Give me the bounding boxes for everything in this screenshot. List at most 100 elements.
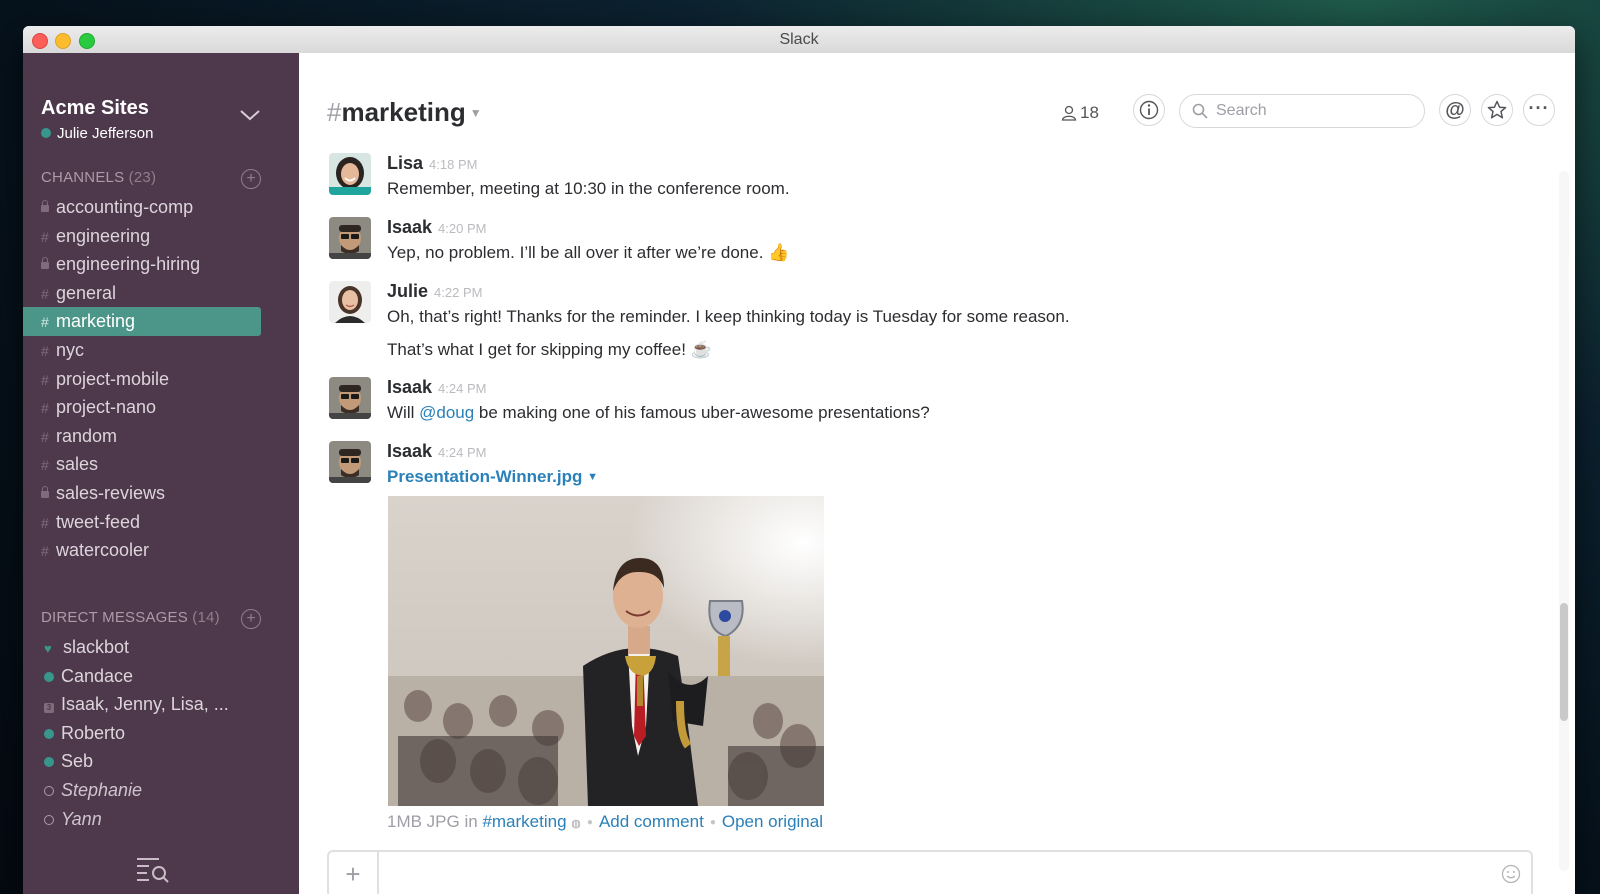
file-menu-caret-icon[interactable]: ▼ <box>587 471 598 483</box>
title-bar: Slack <box>23 26 1575 54</box>
message-timestamp[interactable]: 4:24 PM <box>438 381 486 396</box>
quick-switcher-search-icon[interactable] <box>135 854 171 884</box>
lock-icon <box>41 480 56 509</box>
sidebar-dm-candace[interactable]: Candace <box>23 662 261 691</box>
member-count-button[interactable]: 18 <box>1061 103 1099 123</box>
sidebar-dm-slackbot[interactable]: ♥ slackbot <box>23 633 261 662</box>
author-name: Isaak <box>387 441 433 461</box>
add-direct-message-button[interactable]: + <box>241 609 261 629</box>
at-sign-icon: @ <box>1445 99 1465 121</box>
message-author[interactable]: Isaak 4:20 PM <box>387 217 486 238</box>
channels-header[interactable]: CHANNELS (23) <box>41 169 156 186</box>
channel-menu-caret-icon[interactable]: ▼ <box>470 106 482 120</box>
sidebar-channel-watercooler[interactable]: # watercooler <box>23 536 261 565</box>
channel-info-button[interactable] <box>1133 94 1165 126</box>
sidebar-dm-isaak-jenny-lisa[interactable]: 3 Isaak, Jenny, Lisa, ... <box>23 690 261 719</box>
sidebar-dm-roberto[interactable]: Roberto <box>23 719 261 748</box>
sidebar-dm-seb[interactable]: Seb <box>23 747 261 776</box>
sidebar-channel-general[interactable]: # general <box>23 279 261 308</box>
more-options-button[interactable]: ··· <box>1523 94 1555 126</box>
channel-label: sales-reviews <box>56 483 166 503</box>
mentions-button[interactable]: @ <box>1439 94 1471 126</box>
sidebar-channel-project-mobile[interactable]: # project-mobile <box>23 365 261 394</box>
hash-icon: # <box>41 228 49 245</box>
sidebar-channel-tweet-feed[interactable]: # tweet-feed <box>23 508 261 537</box>
message-composer[interactable]: + <box>327 850 1533 894</box>
maximize-window-button[interactable] <box>79 33 95 49</box>
sidebar-channel-sales-reviews[interactable]: sales-reviews <box>23 479 261 508</box>
message-author[interactable]: Isaak 4:24 PM <box>387 441 486 462</box>
file-size: 1MB JPG in <box>387 812 478 831</box>
direct-messages-count: (14) <box>192 609 220 626</box>
add-channel-button[interactable]: + <box>241 169 261 189</box>
avatar-julie[interactable] <box>329 281 371 323</box>
sidebar-channel-accounting-comp[interactable]: accounting-comp <box>23 193 261 222</box>
channel-label: general <box>56 282 117 303</box>
sidebar-channel-project-nano[interactable]: # project-nano <box>23 393 261 422</box>
message-text-part: Will <box>387 403 420 422</box>
open-original-link[interactable]: Open original <box>722 812 823 831</box>
add-comment-link[interactable]: Add comment <box>599 812 704 831</box>
channel-label: random <box>56 425 118 446</box>
sidebar-dm-yann[interactable]: Yann <box>23 805 261 834</box>
search-input[interactable]: Search <box>1179 94 1425 128</box>
sidebar-channel-engineering-hiring[interactable]: engineering-hiring <box>23 250 261 279</box>
avatar-lisa[interactable] <box>329 153 371 195</box>
team-menu-chevron-down-icon[interactable] <box>239 107 261 123</box>
message-timestamp[interactable]: 4:22 PM <box>434 285 482 300</box>
file-image-preview[interactable] <box>388 496 824 806</box>
sidebar-channel-engineering[interactable]: # engineering <box>23 222 261 251</box>
message-author[interactable]: Julie 4:22 PM <box>387 281 482 302</box>
channel-label: watercooler <box>56 540 150 561</box>
sidebar-channel-marketing[interactable]: # marketing <box>23 307 261 337</box>
dm-label: Isaak, Jenny, Lisa, ... <box>61 694 229 715</box>
message-text: Yep, no problem. I’ll be all over it aft… <box>387 243 790 262</box>
hash-icon: # <box>41 371 49 388</box>
presence-away-icon <box>44 786 54 796</box>
window-title: Slack <box>779 31 819 48</box>
sidebar-channel-random[interactable]: # random <box>23 422 261 451</box>
channel-label: project-mobile <box>56 368 170 389</box>
channel-label: accounting-comp <box>56 197 194 217</box>
app-window: Slack Acme Sites Julie Jefferson CHANNEL… <box>23 26 1575 894</box>
direct-messages-header-label: DIRECT MESSAGES <box>41 609 188 626</box>
scrollbar-track[interactable] <box>1559 171 1569 871</box>
direct-messages-header[interactable]: DIRECT MESSAGES (14) <box>41 609 220 626</box>
heart-icon: ♥ <box>44 641 52 656</box>
message-timestamp[interactable]: 4:20 PM <box>438 221 486 236</box>
presence-online-icon <box>44 757 54 768</box>
file-channel-link[interactable]: #marketing <box>482 812 566 831</box>
minimize-window-button[interactable] <box>55 33 71 49</box>
scrollbar-thumb[interactable] <box>1560 603 1568 721</box>
message-timestamp[interactable]: 4:24 PM <box>438 445 486 460</box>
hash-icon: # <box>41 400 49 417</box>
lock-icon <box>41 251 56 280</box>
team-name[interactable]: Acme Sites <box>41 97 149 120</box>
member-count: 18 <box>1080 103 1099 122</box>
channel-title[interactable]: #marketing ▼ <box>327 97 482 128</box>
hash-icon: # <box>41 457 49 474</box>
avatar-isaak[interactable] <box>329 217 371 259</box>
emoji-smiley-icon[interactable] <box>1501 864 1521 884</box>
message-author[interactable]: Lisa 4:18 PM <box>387 153 477 174</box>
channel-label: sales <box>56 454 99 475</box>
channels-count: (23) <box>128 169 157 186</box>
avatar-isaak[interactable] <box>329 377 371 419</box>
file-name-link[interactable]: Presentation-Winner.jpg ▼ <box>387 467 598 487</box>
presence-online-icon <box>44 671 54 682</box>
message-author[interactable]: Isaak 4:24 PM <box>387 377 486 398</box>
close-window-button[interactable] <box>32 33 48 49</box>
separator-dot: ● <box>586 817 593 828</box>
sidebar-channel-nyc[interactable]: # nyc <box>23 336 261 365</box>
user-mention-link[interactable]: @doug <box>419 403 474 422</box>
avatar-isaak[interactable] <box>329 441 371 483</box>
sidebar-dm-stephanie[interactable]: Stephanie <box>23 776 261 805</box>
file-meta: 1MB JPG in #marketing ◍ ● Add comment ● Open… <box>387 812 823 832</box>
search-placeholder: Search <box>1216 102 1267 119</box>
message-timestamp[interactable]: 4:18 PM <box>429 157 477 172</box>
starred-items-button[interactable] <box>1481 94 1513 126</box>
sidebar-channel-sales[interactable]: # sales <box>23 450 261 479</box>
attach-plus-button[interactable]: + <box>329 852 379 894</box>
current-user-name: Julie Jefferson <box>57 125 154 142</box>
lock-icon <box>41 194 56 223</box>
